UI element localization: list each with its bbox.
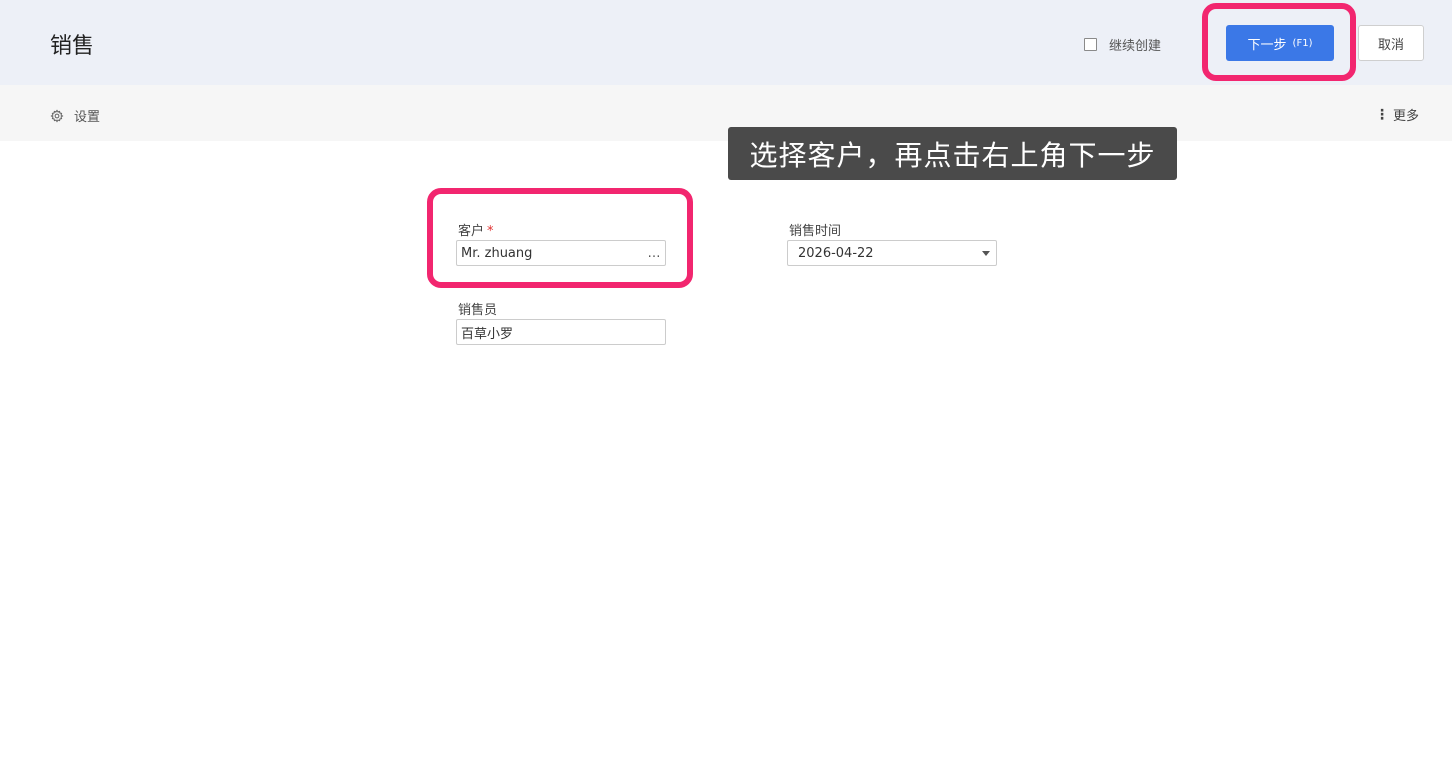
settings-label: 设置: [74, 110, 101, 125]
sale-time-label: 销售时间: [789, 224, 842, 239]
continue-create-checkbox[interactable]: [1084, 38, 1097, 51]
sale-time-value: 2026-04-22: [798, 245, 874, 261]
instruction-tooltip: 选择客户，再点击右上角下一步: [728, 127, 1177, 180]
salesperson-label: 销售员: [458, 303, 498, 318]
more-label: 更多: [1393, 109, 1420, 124]
next-button-highlight: [1202, 3, 1356, 81]
salesperson-input[interactable]: 百草小罗: [456, 319, 666, 345]
vertical-dots-icon: ⋮: [1375, 106, 1389, 123]
chevron-down-icon[interactable]: [982, 250, 990, 256]
gear-icon: [50, 109, 64, 122]
continue-create-option[interactable]: 继续创建: [1084, 35, 1161, 54]
customer-field-highlight: [427, 188, 693, 288]
toolbar: 设置 ⋮ 更多: [0, 85, 1452, 141]
more-button[interactable]: ⋮ 更多: [1375, 105, 1420, 125]
sale-time-select[interactable]: 2026-04-22: [787, 240, 997, 266]
salesperson-value: 百草小罗: [461, 326, 514, 342]
settings-button[interactable]: 设置: [50, 106, 100, 125]
page-title: 销售: [50, 34, 95, 59]
cancel-button[interactable]: 取消: [1358, 25, 1424, 61]
continue-create-label[interactable]: 继续创建: [1109, 35, 1161, 54]
